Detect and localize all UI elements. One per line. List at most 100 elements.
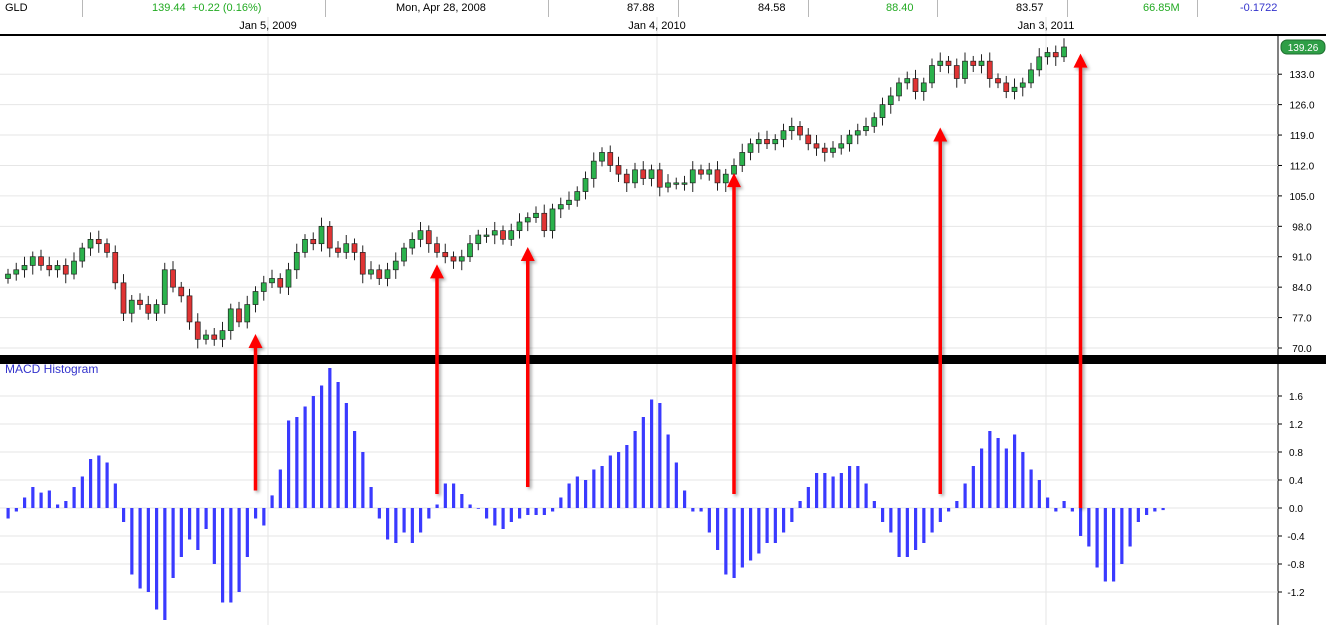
- macd-bar: [328, 368, 332, 508]
- candle-body: [574, 191, 581, 201]
- candle-body: [854, 130, 861, 136]
- macd-bar: [831, 476, 835, 508]
- macd-bar: [31, 487, 35, 508]
- candle-body: [706, 169, 713, 175]
- candle-body: [434, 243, 440, 253]
- date-label: Mon, Apr 28, 2008: [396, 2, 486, 14]
- candle-body: [54, 265, 61, 271]
- macd-tick-label: 0.0: [1289, 504, 1303, 515]
- macd-bar: [922, 508, 926, 543]
- candle-body: [376, 269, 383, 279]
- macd-bar: [889, 508, 893, 533]
- candle-body: [343, 243, 350, 253]
- macd-bar: [666, 434, 670, 508]
- macd-bar: [196, 508, 200, 550]
- macd-bar: [567, 483, 571, 508]
- macd-bar: [468, 504, 472, 508]
- macd-bar: [1013, 434, 1017, 508]
- macd-bar: [1079, 508, 1083, 536]
- candle-body: [95, 239, 102, 245]
- candle-body: [821, 147, 828, 153]
- candle-body: [227, 308, 234, 331]
- macd-bar: [740, 508, 744, 568]
- volume-label: 66.85M: [1143, 2, 1180, 14]
- macd-tick-label: -0.4: [1287, 532, 1305, 543]
- candle-body: [557, 204, 564, 210]
- macd-bar: [237, 508, 241, 592]
- macd-bar: [914, 508, 918, 550]
- macd-tick-label: -1.2: [1287, 588, 1305, 599]
- macd-tick-label: 1.2: [1289, 420, 1303, 431]
- candle-body: [772, 139, 779, 145]
- macd-bar: [72, 487, 76, 508]
- low-label: 84.58: [758, 2, 786, 14]
- macd-bar: [1021, 452, 1025, 508]
- macd-bar: [1004, 448, 1008, 508]
- macd-bar: [1136, 508, 1140, 522]
- macd-bar: [815, 473, 819, 508]
- candle-body: [351, 243, 358, 253]
- candle-body: [62, 265, 69, 275]
- macd-bar: [1062, 501, 1066, 508]
- macd-bar: [501, 508, 505, 529]
- candle-body: [335, 247, 341, 253]
- candle-body: [1061, 46, 1067, 58]
- candle-body: [698, 169, 704, 175]
- candle-body: [541, 212, 548, 232]
- price-tick-label: 119.0: [1290, 131, 1315, 142]
- macd-bar: [848, 466, 852, 508]
- candle-body: [739, 152, 746, 166]
- macd-tick-label: 0.8: [1289, 448, 1303, 459]
- macd-bar: [1054, 508, 1058, 512]
- candle-body: [887, 95, 894, 105]
- candle-body: [722, 173, 729, 184]
- candle-body: [607, 152, 614, 166]
- candle-body: [244, 304, 251, 323]
- candle-body: [632, 169, 638, 184]
- candle-body: [805, 134, 812, 145]
- macd-tick-label: 0.4: [1289, 476, 1303, 487]
- candle-body: [112, 252, 119, 284]
- candle-body: [995, 78, 1001, 84]
- macd-bar: [1029, 469, 1033, 508]
- macd-bar: [551, 508, 555, 512]
- candle-body: [747, 143, 754, 153]
- candle-body: [491, 230, 498, 236]
- candle-body: [368, 269, 374, 275]
- candle-body: [566, 199, 572, 205]
- macd-bar: [410, 508, 414, 543]
- candle-body: [203, 334, 209, 340]
- macd-bar: [518, 508, 522, 519]
- macd-bar: [221, 508, 225, 603]
- macd-bar: [212, 508, 216, 564]
- price-tick-label: 133.0: [1289, 70, 1314, 81]
- candle-body: [310, 239, 317, 245]
- candle-body: [599, 152, 605, 162]
- price-tick-label: 70.0: [1292, 344, 1312, 355]
- macd-bar: [509, 508, 513, 522]
- macd-bar: [707, 508, 711, 533]
- candle-body: [524, 217, 531, 223]
- macd-bar: [452, 483, 456, 508]
- candle-body: [409, 239, 416, 249]
- macd-bar: [64, 501, 68, 508]
- macd-bar: [575, 476, 579, 508]
- price-tick-label: 98.0: [1292, 222, 1312, 233]
- macd-bar: [6, 508, 10, 519]
- macd-bar: [56, 504, 60, 508]
- macd-bar: [485, 508, 489, 519]
- macd-bar: [526, 508, 530, 515]
- candle-body: [500, 230, 506, 240]
- pane-divider: [0, 355, 1326, 364]
- macd-bar: [278, 469, 282, 508]
- candle-body: [417, 230, 424, 240]
- macd-bar: [963, 483, 967, 508]
- candle-body: [731, 165, 737, 175]
- macd-bar: [782, 508, 786, 533]
- header-divider: [325, 0, 326, 17]
- candle-body: [293, 252, 300, 271]
- candle-body: [1003, 82, 1010, 92]
- macd-bar: [361, 452, 365, 508]
- candle-body: [170, 269, 176, 288]
- macd-bar: [806, 487, 810, 508]
